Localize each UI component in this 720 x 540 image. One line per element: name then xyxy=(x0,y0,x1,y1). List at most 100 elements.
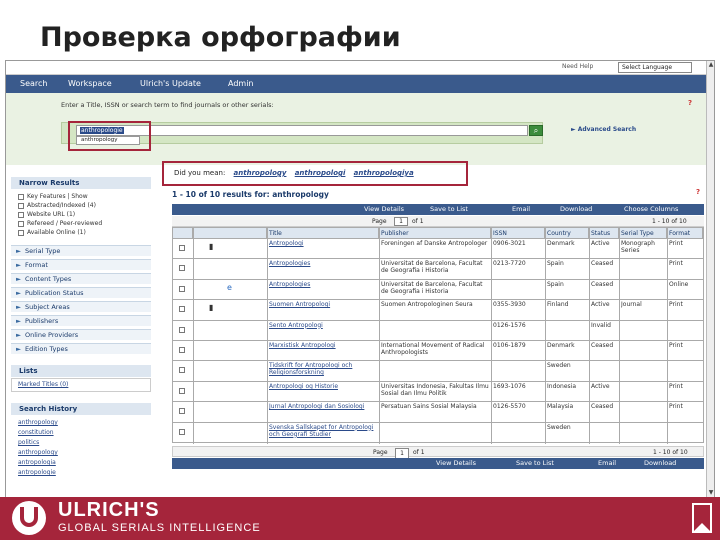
marked-titles-link[interactable]: Marked Titles (0) xyxy=(18,381,68,388)
help-link[interactable]: Need Help xyxy=(562,63,593,70)
facet-edition-types[interactable]: ► Edition Types xyxy=(11,343,151,354)
choose-columns-button[interactable]: Choose Columns xyxy=(624,204,678,215)
table-row[interactable]: ▮ Antropologi Foreningen af Danske Antropo… xyxy=(173,239,703,260)
nav-search[interactable]: Search xyxy=(20,79,47,88)
view-details-button[interactable]: View Details xyxy=(436,458,476,469)
cell-issn: 0213-7720 xyxy=(493,260,526,268)
scroll-up-icon[interactable]: ▲ xyxy=(707,61,714,69)
advanced-search-link[interactable]: ► Advanced Search xyxy=(571,126,636,133)
facet-option[interactable]: Refereed / Peer-reviewed xyxy=(18,220,102,227)
cell-publisher xyxy=(381,322,490,340)
facet-format[interactable]: ► Format xyxy=(11,259,151,270)
facet-online-providers[interactable]: ► Online Providers xyxy=(11,329,151,340)
column-header[interactable]: Status xyxy=(589,228,619,239)
cell-country: Denmark xyxy=(547,342,575,349)
cell-title[interactable]: Svenska Sallskapet for Antropologi och G… xyxy=(269,424,378,442)
cell-country: Spain xyxy=(547,260,564,268)
cell-status: Invalid xyxy=(591,321,611,329)
history-link[interactable]: constitution xyxy=(18,429,54,436)
page-input[interactable]: 1 xyxy=(394,217,408,226)
table-row[interactable]: Antropologi og Historie Universitas Indon… xyxy=(173,382,703,403)
history-link[interactable]: antropologie xyxy=(18,469,56,476)
facet-option[interactable]: Website URL (1) xyxy=(18,211,75,218)
history-link[interactable]: politics xyxy=(18,439,39,446)
scroll-down-icon[interactable]: ▼ xyxy=(707,489,714,497)
table-row[interactable]: Marxistisk Antropologi International Move… xyxy=(173,341,703,362)
column-header[interactable]: ISSN xyxy=(491,228,545,239)
row-checkbox[interactable] xyxy=(179,306,185,313)
did-you-mean-box: Did you mean: anthropology anthropologi … xyxy=(162,161,468,186)
cell-status: Ceased xyxy=(591,403,614,411)
email-button[interactable]: Email xyxy=(598,458,616,469)
row-checkbox[interactable] xyxy=(179,326,185,333)
pager-of: of 1 xyxy=(412,218,424,225)
cell-title[interactable]: Suomen Antropologi xyxy=(269,301,378,319)
nav-workspace[interactable]: Workspace xyxy=(68,79,112,88)
column-header[interactable]: Country xyxy=(545,228,589,239)
history-link[interactable]: antropologia xyxy=(18,459,56,466)
cell-issn: 0106-1879 xyxy=(493,342,526,349)
search-icon[interactable]: ⌕ xyxy=(529,125,543,136)
download-button[interactable]: Download xyxy=(560,204,592,215)
row-checkbox[interactable] xyxy=(179,408,185,415)
table-row[interactable]: Sento Antropologi 0126-1576 Invalid xyxy=(173,321,703,341)
nav-admin[interactable]: Admin xyxy=(228,79,254,88)
facet-subject-areas[interactable]: ► Subject Areas xyxy=(11,301,151,312)
table-row[interactable]: Svenska Sallskapet for Antropologi och G… xyxy=(173,423,703,443)
row-checkbox[interactable] xyxy=(179,285,185,292)
help-icon[interactable]: ? xyxy=(696,188,700,196)
column-header[interactable] xyxy=(173,228,193,239)
column-header[interactable]: Publisher xyxy=(379,228,491,239)
view-details-button[interactable]: View Details xyxy=(364,204,404,215)
facet-content-types[interactable]: ► Content Types xyxy=(11,273,151,284)
cell-format: Print xyxy=(669,403,683,411)
row-checkbox[interactable] xyxy=(179,387,185,394)
row-checkbox[interactable] xyxy=(179,367,185,374)
cell-publisher: Suomen Antropologinen Seura xyxy=(381,301,473,309)
cell-format: Print xyxy=(669,260,683,268)
save-to-list-button[interactable]: Save to List xyxy=(430,204,468,215)
table-row[interactable]: Antropologies Universitat de Barcelona, F… xyxy=(173,259,703,280)
cell-title[interactable]: Sento Antropologi xyxy=(269,322,378,340)
language-select[interactable]: Select Language xyxy=(618,62,692,73)
suggestion-link[interactable]: anthropologi xyxy=(295,169,346,177)
cell-title[interactable]: Jurnal Antropologi dan Sosiologi xyxy=(269,403,378,421)
save-to-list-button[interactable]: Save to List xyxy=(516,458,554,469)
help-icon[interactable]: ? xyxy=(688,99,692,107)
facet-publication-status[interactable]: ► Publication Status xyxy=(11,287,151,298)
table-row[interactable]: Jurnal Antropologi dan Sosiologi Persatua… xyxy=(173,402,703,423)
history-link[interactable]: anthropology xyxy=(18,449,58,456)
cell-title[interactable]: Antropologies xyxy=(269,260,378,278)
column-header[interactable]: Format xyxy=(667,228,703,239)
vertical-scrollbar[interactable]: ▲ ▼ xyxy=(706,61,714,497)
row-checkbox[interactable] xyxy=(179,428,185,435)
row-checkbox[interactable] xyxy=(179,265,185,272)
cell-title[interactable]: Marxistisk Antropologi xyxy=(269,342,378,360)
suggestion-link[interactable]: anthropologiya xyxy=(354,169,414,177)
facet-serial-type[interactable]: ► Serial Type xyxy=(11,245,151,256)
suggestion-link[interactable]: anthropology xyxy=(234,169,287,177)
row-checkbox[interactable] xyxy=(179,245,185,251)
column-header[interactable]: Title xyxy=(267,228,379,239)
row-checkbox[interactable] xyxy=(179,347,185,353)
facet-option[interactable]: Key Features | Show xyxy=(18,193,88,200)
facet-option[interactable]: Available Online (1) xyxy=(18,229,86,236)
nav-ulrichs-update[interactable]: Ulrich's Update xyxy=(140,79,201,88)
column-header[interactable] xyxy=(193,228,267,239)
table-row[interactable]: ▮ Suomen Antropologi Suomen Antropologinen… xyxy=(173,300,703,321)
cell-title[interactable]: Tidskrift for Antropologi och Religionsf… xyxy=(269,362,378,380)
facet-option[interactable]: Abstracted/Indexed (4) xyxy=(18,202,96,209)
email-button[interactable]: Email xyxy=(512,204,530,215)
cell-issn: 0126-5570 xyxy=(493,403,526,411)
cell-format: Online xyxy=(669,280,689,288)
history-link[interactable]: anthropology xyxy=(18,419,58,426)
cell-title[interactable]: Antropologi xyxy=(269,240,378,258)
cell-country: Denmark xyxy=(547,240,575,247)
table-row[interactable]: e Antropologies Universitat de Barcelona, … xyxy=(173,280,703,301)
facet-publishers[interactable]: ► Publishers xyxy=(11,315,151,326)
download-button[interactable]: Download xyxy=(644,458,676,469)
table-row[interactable]: Tidskrift for Antropologi och Religionsf… xyxy=(173,361,703,382)
cell-title[interactable]: Antropologies xyxy=(269,281,378,299)
cell-title[interactable]: Antropologi og Historie xyxy=(269,383,378,401)
column-header[interactable]: Serial Type xyxy=(619,228,667,239)
